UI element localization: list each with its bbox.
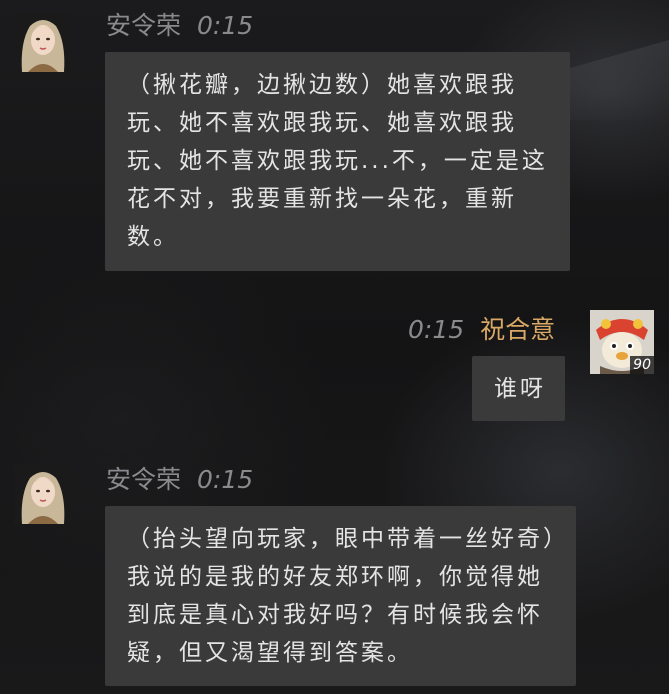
message-header-self: 0:15 祝合意 — [408, 310, 555, 346]
message-text: （揪花瓣，边揪边数）她喜欢跟我玩、她不喜欢跟我玩、她喜欢跟我玩、她不喜欢跟我玩.… — [127, 72, 548, 250]
message-time: 0:15 — [197, 11, 254, 40]
sender-avatar[interactable] — [14, 464, 72, 524]
message-time: 0:15 — [408, 315, 465, 344]
message-header: 安令荣 0:15 — [106, 6, 253, 42]
sender-name: 安令荣 — [106, 465, 182, 494]
message-header: 安令荣 0:15 — [106, 460, 253, 496]
message-text: 谁呀 — [494, 376, 546, 402]
self-avatar[interactable]: 90 — [590, 310, 654, 374]
sender-name: 祝合意 — [480, 315, 556, 344]
message-bubble[interactable]: （抬头望向玩家，眼中带着一丝好奇）我说的是我的好友郑环啊，你觉得她到底是真心对我… — [105, 506, 576, 686]
message-text: （抬头望向玩家，眼中带着一丝好奇）我说的是我的好友郑环啊，你觉得她到底是真心对我… — [127, 526, 558, 666]
message-time: 0:15 — [197, 465, 254, 494]
message-bubble-self[interactable]: 谁呀 — [472, 356, 565, 421]
message-bubble[interactable]: （揪花瓣，边揪边数）她喜欢跟我玩、她不喜欢跟我玩、她喜欢跟我玩、她不喜欢跟我玩.… — [105, 52, 570, 271]
sender-avatar[interactable] — [14, 12, 72, 72]
sender-name: 安令荣 — [106, 11, 182, 40]
female-portrait-icon — [14, 12, 72, 72]
level-badge: 90 — [630, 356, 654, 374]
female-portrait-icon — [14, 464, 72, 524]
